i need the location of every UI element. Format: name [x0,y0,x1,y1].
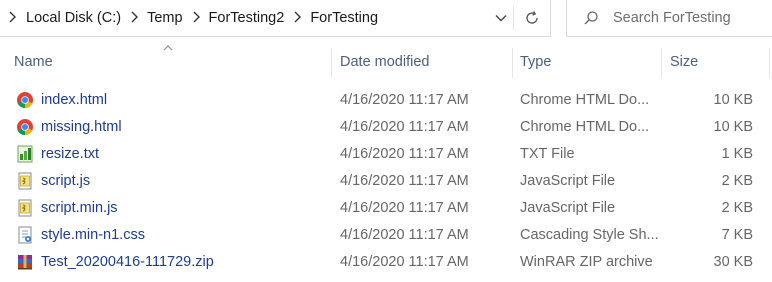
file-name-cell: index.html [16,86,107,113]
chrome-icon [16,91,34,109]
file-type: JavaScript File [520,199,616,216]
file-date: 4/16/2020 11:17 AM [340,172,469,189]
file-name-cell: missing.html [16,113,122,140]
file-date: 4/16/2020 11:17 AM [340,253,469,270]
search-box[interactable]: Search ForTesting [566,0,772,37]
file-size: 1 KB [721,145,753,162]
column-divider[interactable] [769,48,770,78]
column-header-row: Name Date modified Type Size [0,44,772,80]
file-type: JavaScript File [520,172,616,189]
refresh-icon[interactable] [514,0,550,36]
chevron-down-icon[interactable] [490,0,512,36]
file-name: style.min-n1.css [41,226,145,243]
search-input[interactable]: Search ForTesting [613,10,731,26]
file-type: Cascading Style Sh... [520,226,659,243]
file-type: Chrome HTML Do... [520,118,650,135]
file-name: script.min.js [41,199,118,216]
text-file-icon [16,145,34,163]
file-name: resize.txt [41,145,100,162]
list-item[interactable]: Test_20200416-111729.zip 4/16/2020 11:17… [0,248,772,275]
file-size: 7 KB [721,226,753,243]
column-divider[interactable] [661,48,662,78]
file-size: 10 KB [713,118,754,135]
file-name-cell: Test_20200416-111729.zip [16,248,214,275]
column-divider[interactable] [512,48,513,78]
file-date: 4/16/2020 11:17 AM [340,91,469,108]
chrome-icon [16,118,34,136]
column-header-type[interactable]: Type [520,44,551,80]
address-bar[interactable]: Local Disk (C:) Temp ForTesting2 ForTest… [0,0,551,37]
file-explorer-window: Local Disk (C:) Temp ForTesting2 ForTest… [0,0,772,282]
file-date: 4/16/2020 11:17 AM [340,199,469,216]
list-item[interactable]: style.min-n1.css 4/16/2020 11:17 AM Casc… [0,221,772,248]
file-name-cell: script.js [16,167,90,194]
file-size: 10 KB [713,91,754,108]
file-date: 4/16/2020 11:17 AM [340,118,469,135]
chevron-right-icon[interactable] [8,11,16,26]
breadcrumb-temp[interactable]: Temp [147,10,182,26]
column-divider[interactable] [331,48,332,78]
file-type: WinRAR ZIP archive [520,253,653,270]
breadcrumb-local-disk[interactable]: Local Disk (C:) [26,10,121,26]
file-name: script.js [41,172,91,189]
list-item[interactable]: resize.txt 4/16/2020 11:17 AM TXT File 1… [0,140,772,167]
column-header-name[interactable]: Name [14,44,53,80]
file-date: 4/16/2020 11:17 AM [340,145,469,162]
list-item[interactable]: script.js 4/16/2020 11:17 AM JavaScript … [0,167,772,194]
file-type: Chrome HTML Do... [520,91,650,108]
chevron-right-icon[interactable] [293,11,302,26]
file-name-cell: style.min-n1.css [16,221,145,248]
css-file-icon [16,226,34,244]
chevron-right-icon[interactable] [130,11,139,26]
list-item[interactable]: script.min.js 4/16/2020 11:17 AM JavaScr… [0,194,772,221]
file-name-cell: script.min.js [16,194,118,221]
file-name: Test_20200416-111729.zip [41,253,214,270]
winrar-archive-icon [16,253,34,271]
javascript-file-icon [16,172,34,190]
search-icon [583,10,599,26]
file-type: TXT File [520,145,575,162]
file-size: 30 KB [713,253,754,270]
file-name: index.html [41,91,108,108]
breadcrumb-fortesting[interactable]: ForTesting [310,10,378,26]
file-size: 2 KB [721,172,753,189]
file-name: missing.html [41,118,122,135]
file-name-cell: resize.txt [16,140,99,167]
file-size: 2 KB [721,199,753,216]
file-date: 4/16/2020 11:17 AM [340,226,469,243]
breadcrumb-fortesting2[interactable]: ForTesting2 [209,10,285,26]
javascript-file-icon [16,199,34,217]
chevron-right-icon[interactable] [192,11,200,26]
list-item[interactable]: missing.html 4/16/2020 11:17 AM Chrome H… [0,113,772,140]
column-header-date-modified[interactable]: Date modified [340,44,429,80]
list-item[interactable]: index.html 4/16/2020 11:17 AM Chrome HTM… [0,86,772,113]
file-list: index.html 4/16/2020 11:17 AM Chrome HTM… [0,86,772,275]
column-header-size[interactable]: Size [670,44,698,80]
